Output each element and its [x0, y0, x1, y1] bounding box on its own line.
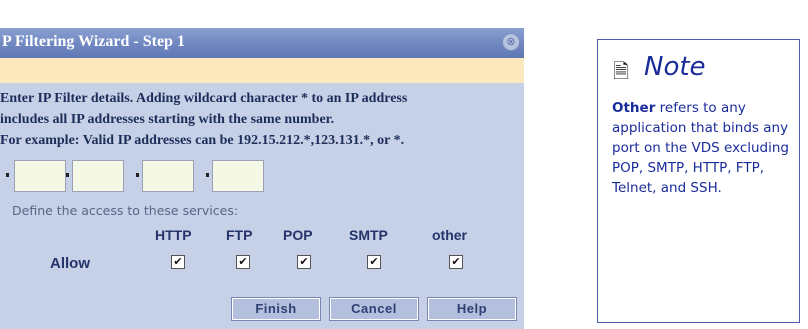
ip-octet-1-input[interactable] [14, 160, 66, 192]
allow-smtp-checkbox[interactable]: ✔ [367, 255, 381, 269]
wizard-title: P Filtering Wizard - Step 1 [2, 33, 185, 50]
service-header-http: HTTP [155, 227, 192, 243]
allow-other-checkbox[interactable]: ✔ [449, 255, 463, 269]
ip-filtering-wizard-dialog: P Filtering Wizard - Step 1 ⊗ Enter IP F… [0, 0, 524, 329]
ip-separator [136, 173, 139, 177]
ip-separator [66, 173, 69, 177]
allow-http-checkbox[interactable]: ✔ [171, 255, 185, 269]
define-access-label: Define the access to these services: [12, 203, 239, 218]
service-header-ftp: FTP [226, 227, 253, 243]
allow-pop-checkbox[interactable]: ✔ [297, 255, 311, 269]
note-box: 🗎 Note Other refers to any application t… [597, 39, 800, 323]
ip-octet-3-input[interactable] [142, 160, 194, 192]
instruction-line-3: For example: Valid IP addresses can be 1… [0, 133, 405, 148]
ip-separator [206, 173, 209, 177]
header-band [0, 58, 524, 83]
title-bar[interactable]: P Filtering Wizard - Step 1 ⊗ [0, 28, 524, 58]
allow-ftp-checkbox[interactable]: ✔ [236, 255, 250, 269]
service-header-pop: POP [283, 227, 313, 243]
instruction-line-1: Enter IP Filter details. Adding wildcard… [0, 91, 408, 106]
note-body: Other refers to any application that bin… [612, 98, 797, 198]
document-icon: 🗎 [613, 59, 630, 83]
service-header-smtp: SMTP [349, 227, 388, 243]
cancel-button[interactable]: Cancel [329, 297, 419, 321]
allow-label: Allow [50, 255, 90, 272]
ip-octet-2-input[interactable] [72, 160, 124, 192]
top-strip [0, 0, 524, 28]
help-button[interactable]: Help [427, 297, 517, 321]
instructions-text: Enter IP Filter details. Adding wildcard… [0, 88, 524, 151]
service-header-other: other [432, 227, 467, 243]
ip-octet-4-input[interactable] [212, 160, 264, 192]
note-title: Note [644, 52, 706, 82]
ip-separator [6, 173, 9, 177]
note-bold-term: Other [612, 100, 656, 116]
close-icon[interactable]: ⊗ [502, 33, 520, 51]
instruction-line-2: includes all IP addresses starting with … [0, 112, 335, 127]
finish-button[interactable]: Finish [231, 297, 321, 321]
